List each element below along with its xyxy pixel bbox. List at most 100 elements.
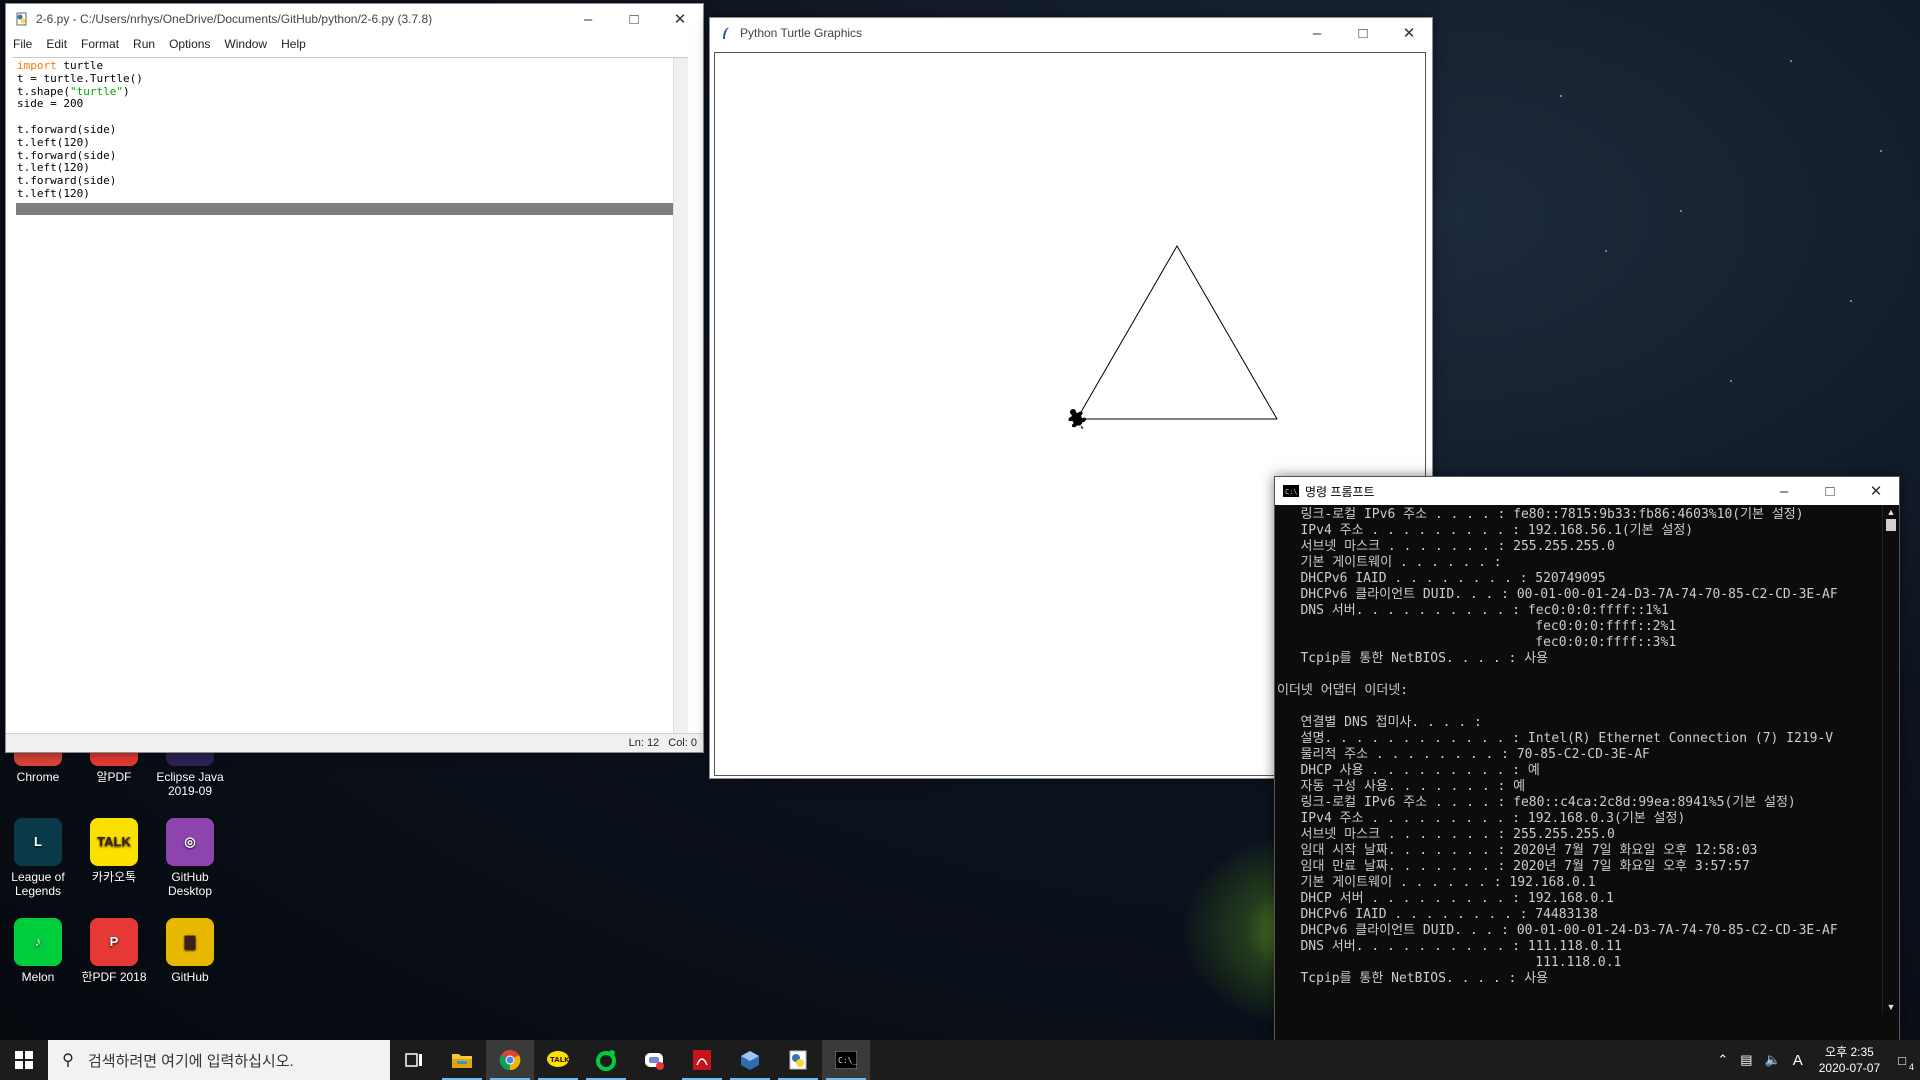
desktop-icon-label: Eclipse Java 2019-09 (156, 770, 224, 798)
cmd-line (1277, 667, 1899, 683)
app-icon: ▇ (166, 918, 214, 966)
cmd-line: 서브넷 마스크 . . . . . . . : 255.255.255.0 (1277, 827, 1615, 842)
cmd-line: 서브넷 마스크 . . . . . . . : 255.255.255.0 (1277, 539, 1615, 554)
idle-menubar: File Edit Format Run Options Window Help (6, 34, 703, 54)
cmd-icon: C:\ (1283, 483, 1299, 499)
acrobat-taskbar-icon[interactable] (678, 1040, 726, 1080)
taskbar-search-box[interactable]: ⚲ 검색하려면 여기에 입력하십시오. (48, 1040, 390, 1080)
melon-taskbar-icon[interactable] (582, 1040, 630, 1080)
desktop-icon[interactable]: ◎ GitHub Desktop (152, 818, 228, 898)
discord-taskbar-icon[interactable] (630, 1040, 678, 1080)
notification-count: 4 (1908, 1061, 1914, 1072)
minimize-button[interactable]: – (1294, 18, 1340, 48)
clock-time: 오후 2:35 (1825, 1045, 1874, 1059)
code-text[interactable]: import turtle t = turtle.Turtle() t.shap… (12, 58, 688, 203)
cmd-line: DHCPv6 클라이언트 DUID. . . : 00-01-00-01-24-… (1277, 923, 1838, 938)
cmd-line: 연결별 DNS 접미사. . . . : (1277, 715, 1482, 730)
desktop-icon-label: GitHub (171, 970, 209, 984)
minimize-button[interactable]: – (565, 4, 611, 34)
turtle-cursor-icon (1068, 409, 1087, 430)
cmd-line: 임대 만료 날짜. . . . . . . : 2020년 7월 7일 화요일 … (1277, 859, 1750, 874)
file-explorer-taskbar-icon[interactable] (438, 1040, 486, 1080)
kakaotalk-taskbar-icon[interactable]: TALK (534, 1040, 582, 1080)
cmd-line: DHCPv6 IAID . . . . . . . . : 74483138 (1277, 907, 1598, 922)
cmd-line: 기본 게이트웨이 . . . . . . : 192.168.0.1 (1277, 875, 1596, 890)
ime-indicator[interactable]: A (1787, 1052, 1809, 1069)
system-tray: ⌃ ▤ 🔈 A 오후 2:35 2020-07-07 □ 4 (1711, 1040, 1920, 1080)
maximize-button[interactable]: □ (611, 4, 657, 34)
desktop-icon[interactable]: TALK 카카오톡 (76, 818, 152, 884)
idle-editor-window[interactable]: 2-6.py - C:/Users/nrhys/OneDrive/Documen… (5, 3, 704, 753)
code-editor[interactable]: import turtle t = turtle.Turtle() t.shap… (12, 57, 688, 736)
cmd-output: 링크-로컬 IPv6 주소 . . . . : fe80::7815:9b33:… (1275, 505, 1899, 987)
close-button[interactable]: ✕ (1386, 18, 1432, 48)
python-taskbar-icon[interactable] (774, 1040, 822, 1080)
turtle-titlebar[interactable]: Python Turtle Graphics – □ ✕ (710, 18, 1432, 48)
feather-icon (718, 25, 734, 41)
turtle-window-title: Python Turtle Graphics (740, 26, 863, 40)
command-prompt-window[interactable]: C:\ 명령 프롬프트 – □ ✕ 링크-로컬 IPv6 주소 . . . . … (1274, 476, 1900, 1043)
cmd-line: IPv4 주소 . . . . . . . . . : 192.168.0.3(… (1277, 811, 1686, 826)
desktop-icon-label: 카카오톡 (91, 870, 137, 884)
chrome-taskbar-icon[interactable] (486, 1040, 534, 1080)
cmd-line: DNS 서버. . . . . . . . . . : 111.118.0.11 (1277, 939, 1622, 954)
cmd-line: DHCP 서버 . . . . . . . . . : 192.168.0.1 (1277, 891, 1614, 906)
taskbar-clock[interactable]: 오후 2:35 2020-07-07 (1809, 1044, 1890, 1076)
status-line: Ln: 12 (628, 737, 660, 749)
network-icon[interactable]: ▤ (1734, 1052, 1758, 1068)
cmd-scrollbar[interactable]: ▲ ▼ (1882, 505, 1899, 1014)
cmd-line: Tcpip를 통한 NetBIOS. . . . : 사용 (1277, 651, 1549, 666)
scroll-thumb[interactable] (1886, 519, 1896, 531)
cmd-console[interactable]: 링크-로컬 IPv6 주소 . . . . : fe80::7815:9b33:… (1275, 505, 1899, 1014)
cmd-line (1277, 699, 1899, 715)
menu-run[interactable]: Run (126, 37, 162, 51)
close-button[interactable]: ✕ (657, 4, 703, 34)
menu-file[interactable]: File (6, 37, 39, 51)
cmd-line: DHCP 사용 . . . . . . . . . : 예 (1277, 763, 1540, 778)
app-icon: ♪ (14, 918, 62, 966)
menu-window[interactable]: Window (217, 37, 274, 51)
cmd-line: fec0:0:0:ffff::3%1 (1277, 635, 1677, 650)
desktop-icon[interactable]: L League of Legends (0, 818, 76, 898)
chevron-up-icon[interactable]: ⌃ (1711, 1052, 1734, 1068)
desktop-icon[interactable]: ♪ Melon (0, 918, 76, 984)
idle-titlebar[interactable]: 2-6.py - C:/Users/nrhys/OneDrive/Documen… (6, 4, 703, 34)
status-column: Col: 0 (668, 737, 697, 749)
menu-format[interactable]: Format (74, 37, 126, 51)
task-view-button[interactable] (390, 1040, 438, 1080)
volume-icon[interactable]: 🔈 (1759, 1052, 1787, 1068)
cmd-line: 링크-로컬 IPv6 주소 . . . . : fe80::c4ca:2c8d:… (1277, 795, 1796, 810)
notification-icon[interactable]: □ 4 (1890, 1053, 1920, 1072)
windows-logo-icon (15, 1051, 33, 1069)
cmd-line: IPv4 주소 . . . . . . . . . : 192.168.56.1… (1277, 523, 1694, 538)
cmd-line: DHCPv6 IAID . . . . . . . . : 520749095 (1277, 571, 1606, 586)
scroll-down-icon[interactable]: ▼ (1883, 1000, 1899, 1014)
desktop-icon[interactable]: P 한PDF 2018 (76, 918, 152, 984)
menu-options[interactable]: Options (162, 37, 217, 51)
desktop-icon-label: League of Legends (11, 870, 65, 898)
desktop-icon[interactable]: ▇ GitHub (152, 918, 228, 984)
desktop-icon-label: Chrome (16, 770, 60, 784)
current-line-highlight (16, 203, 684, 215)
svg-text:TALK: TALK (550, 1056, 570, 1064)
cmd-line: 설명. . . . . . . . . . . . : Intel(R) Eth… (1277, 731, 1834, 746)
cmd-line: 임대 시작 날짜. . . . . . . : 2020년 7월 7일 화요일 … (1277, 843, 1758, 858)
cmd-taskbar-icon[interactable]: C:\_ (822, 1040, 870, 1080)
cmd-line: 이더넷 어댑터 이더넷: (1277, 683, 1409, 698)
editor-scrollbar[interactable] (673, 58, 688, 736)
scroll-up-icon[interactable]: ▲ (1883, 505, 1899, 519)
app-icon: L (14, 818, 62, 866)
app-icon: TALK (90, 818, 138, 866)
menu-edit[interactable]: Edit (39, 37, 74, 51)
cmd-line: DHCPv6 클라이언트 DUID. . . : 00-01-00-01-24-… (1277, 587, 1838, 602)
app-icon: P (90, 918, 138, 966)
menu-help[interactable]: Help (274, 37, 313, 51)
minimize-button[interactable]: – (1761, 476, 1807, 506)
search-icon: ⚲ (62, 1052, 74, 1069)
maximize-button[interactable]: □ (1807, 476, 1853, 506)
close-button[interactable]: ✕ (1853, 476, 1899, 506)
start-button[interactable] (0, 1040, 48, 1080)
virtualbox-taskbar-icon[interactable] (726, 1040, 774, 1080)
maximize-button[interactable]: □ (1340, 18, 1386, 48)
cmd-titlebar[interactable]: C:\ 명령 프롬프트 – □ ✕ (1275, 477, 1899, 505)
